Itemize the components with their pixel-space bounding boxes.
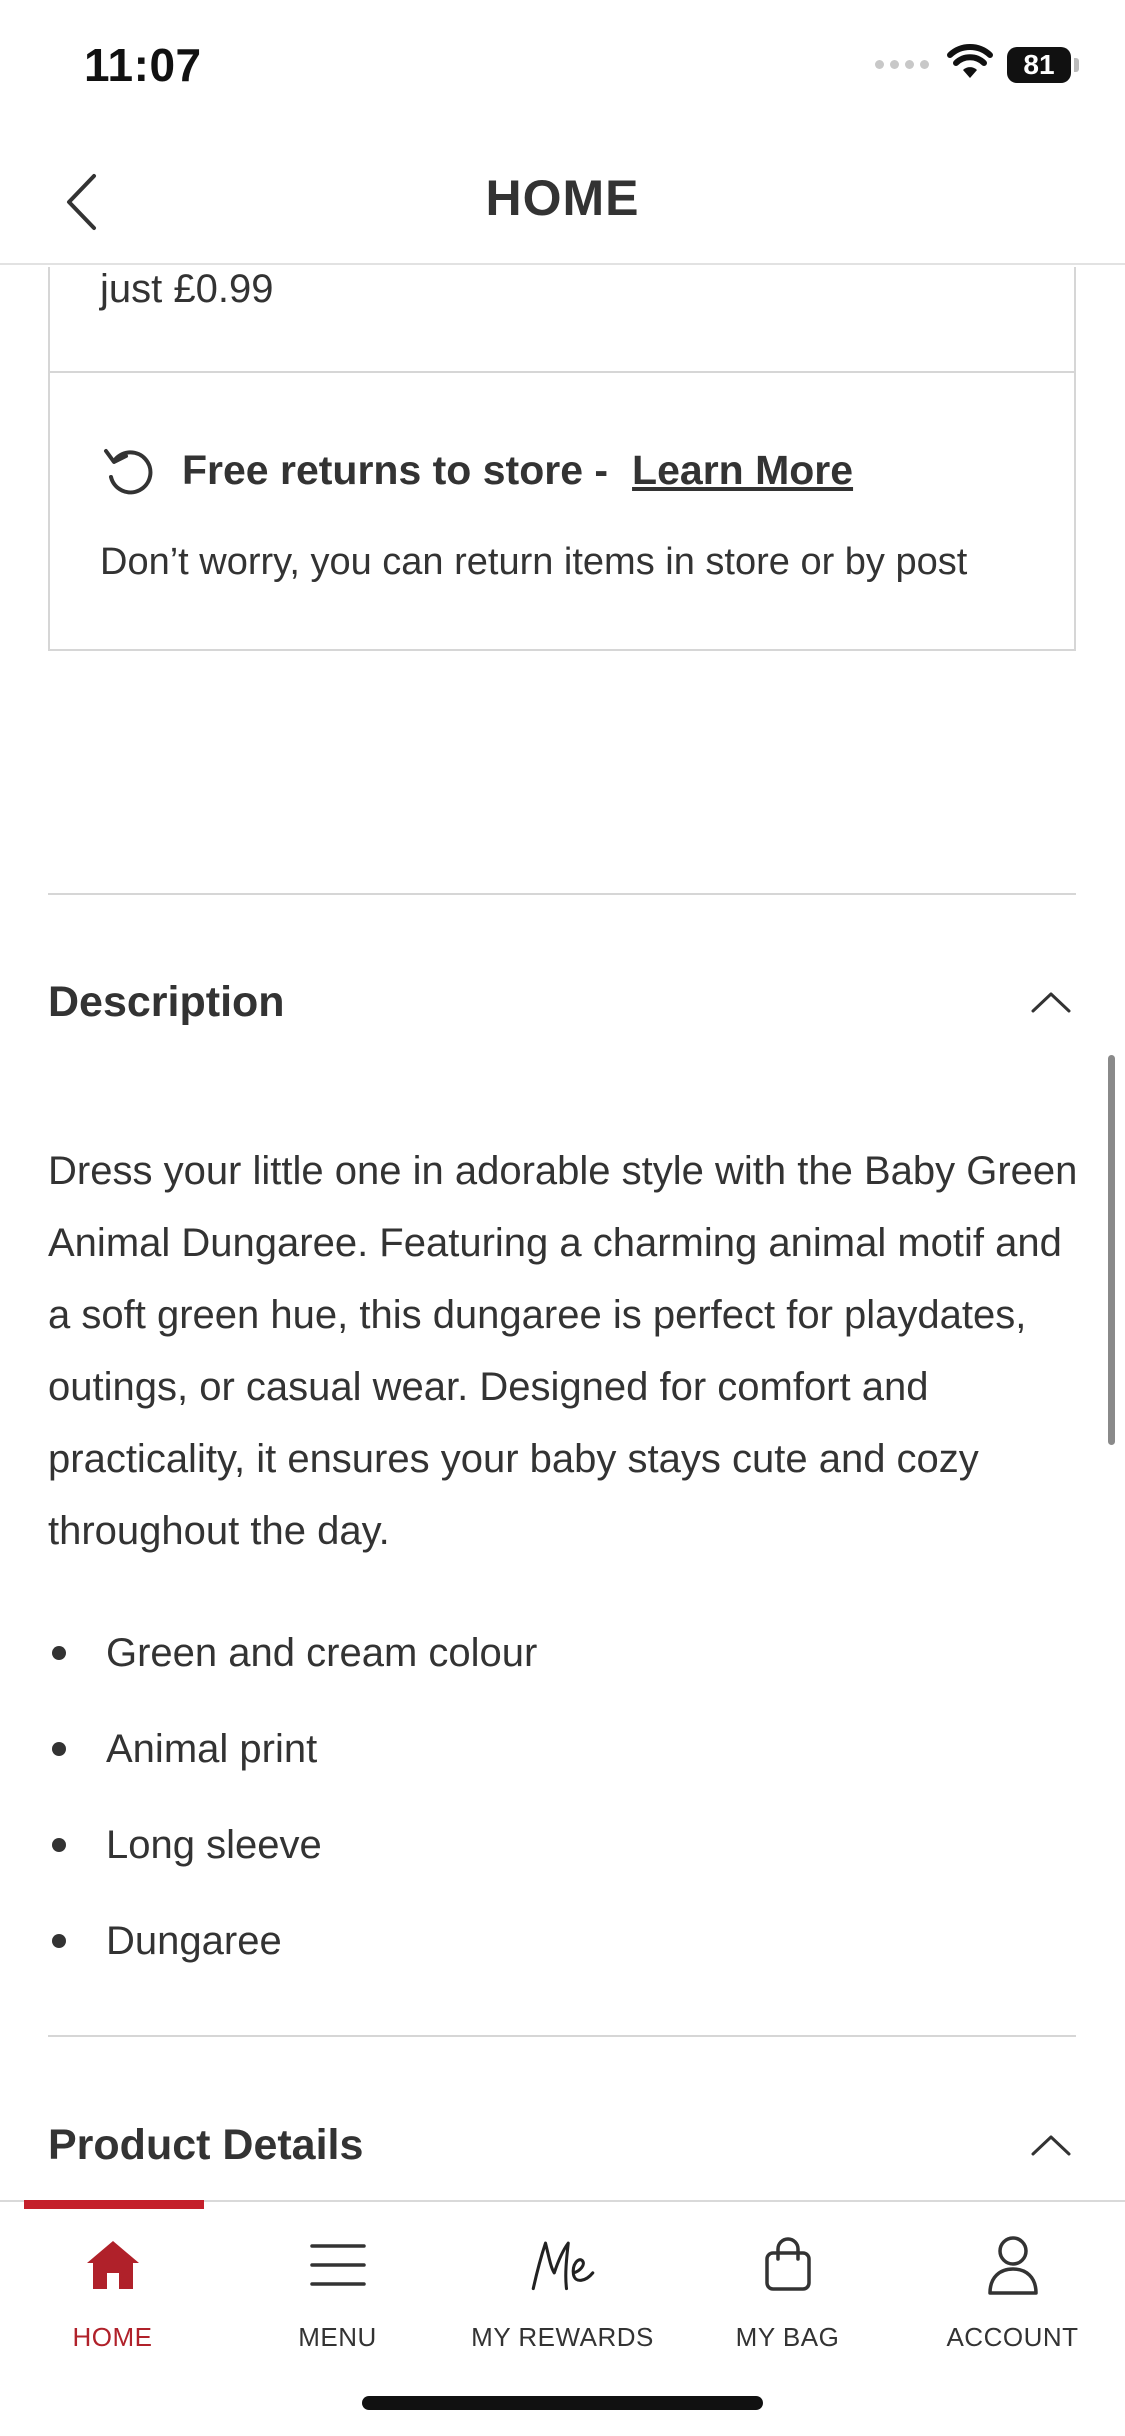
page-title: HOME bbox=[485, 170, 640, 226]
status-bar: 11:07 81 bbox=[0, 0, 1125, 135]
app-header: HOME bbox=[0, 135, 1125, 265]
section-divider bbox=[48, 893, 1076, 895]
list-item: Green and cream colour bbox=[48, 1605, 1048, 1701]
bag-icon bbox=[753, 2230, 823, 2300]
list-item-label: Dungaree bbox=[106, 1918, 282, 1963]
product-content[interactable]: just £0.99 Free returns to store - Learn… bbox=[0, 267, 1125, 2200]
returns-info-box: Free returns to store - Learn More Don’t… bbox=[48, 371, 1076, 651]
bullet-icon bbox=[52, 1838, 66, 1852]
list-item-label: Long sleeve bbox=[106, 1822, 322, 1867]
battery-level: 81 bbox=[1023, 48, 1055, 80]
list-item: Dungaree bbox=[48, 1893, 1048, 1989]
bullet-icon bbox=[52, 1934, 66, 1948]
bullet-icon bbox=[52, 1742, 66, 1756]
delivery-info-box: just £0.99 bbox=[48, 267, 1076, 373]
nav-label: ACCOUNT bbox=[946, 2322, 1079, 2352]
delivery-price-text: just £0.99 bbox=[100, 267, 274, 311]
nav-label: MENU bbox=[298, 2322, 377, 2352]
feature-list: Green and cream colour Animal print Long… bbox=[48, 1605, 1048, 1989]
bullet-icon bbox=[52, 1646, 66, 1660]
nav-label: MY BAG bbox=[735, 2322, 840, 2352]
battery-icon: 81 bbox=[1007, 46, 1071, 83]
description-title: Description bbox=[48, 977, 285, 1026]
home-icon bbox=[78, 2230, 148, 2300]
status-time: 11:07 bbox=[84, 39, 202, 91]
list-item: Animal print bbox=[48, 1701, 1048, 1797]
active-tab-indicator bbox=[24, 2200, 204, 2209]
section-divider bbox=[48, 2035, 1076, 2037]
rewards-icon bbox=[528, 2230, 598, 2300]
chevron-up-icon[interactable] bbox=[1026, 982, 1076, 1022]
list-item-label: Green and cream colour bbox=[106, 1630, 538, 1675]
product-details-header[interactable]: Product Details bbox=[48, 2105, 1076, 2185]
list-item: Long sleeve bbox=[48, 1797, 1048, 1893]
home-indicator[interactable] bbox=[362, 2396, 763, 2410]
product-details-title: Product Details bbox=[48, 2120, 364, 2169]
nav-item-account[interactable]: ACCOUNT bbox=[900, 2222, 1125, 2372]
battery-cap bbox=[1074, 57, 1079, 72]
returns-title: Free returns to store - bbox=[182, 446, 609, 493]
menu-icon bbox=[303, 2230, 373, 2300]
nav-item-rewards[interactable]: MY REWARDS bbox=[450, 2222, 675, 2372]
return-arrow-icon bbox=[100, 441, 158, 499]
returns-subtitle: Don’t worry, you can return items in sto… bbox=[100, 541, 968, 583]
chevron-up-icon[interactable] bbox=[1026, 2125, 1076, 2165]
nav-item-bag[interactable]: MY BAG bbox=[675, 2222, 900, 2372]
learn-more-link[interactable]: Learn More bbox=[632, 447, 853, 494]
list-item-label: Animal print bbox=[106, 1726, 318, 1771]
description-body: Dress your little one in adorable style … bbox=[48, 1149, 1078, 1553]
cellular-signal-icon bbox=[875, 60, 929, 69]
scrollbar[interactable] bbox=[1108, 1055, 1115, 1445]
account-icon bbox=[978, 2230, 1048, 2300]
returns-row: Free returns to store - Learn More bbox=[100, 441, 853, 499]
wifi-icon bbox=[947, 44, 993, 85]
app-screen: 11:07 81 HOME just £0.99 Free returns to… bbox=[0, 0, 1125, 2436]
nav-item-home[interactable]: HOME bbox=[0, 2222, 225, 2372]
nav-item-menu[interactable]: MENU bbox=[225, 2222, 450, 2372]
description-header[interactable]: Description bbox=[48, 962, 1076, 1042]
nav-label: MY REWARDS bbox=[471, 2322, 654, 2352]
status-indicators: 81 bbox=[875, 44, 1079, 85]
nav-label: HOME bbox=[72, 2322, 153, 2352]
